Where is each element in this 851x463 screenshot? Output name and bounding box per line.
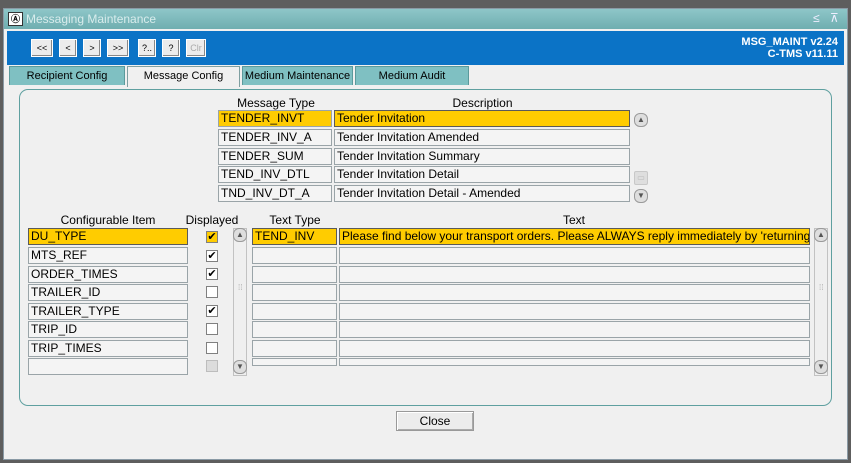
- message-type-cell[interactable]: TENDER_INVT: [218, 110, 332, 127]
- configurable-item-cell[interactable]: TRIP_TIMES: [28, 340, 188, 357]
- message-type-cell[interactable]: TEND_INV_DTL: [218, 166, 332, 183]
- scroll-up-icon[interactable]: ▲: [814, 228, 828, 242]
- text-cell[interactable]: Please find below your transport orders.…: [339, 228, 810, 245]
- displayed-checkbox[interactable]: [206, 323, 218, 335]
- text-type-header: Text Type: [269, 213, 321, 227]
- text-type-cell[interactable]: TEND_INV: [252, 228, 337, 245]
- text-cell[interactable]: [339, 284, 810, 301]
- text-type-cell[interactable]: [252, 284, 337, 301]
- description-cell[interactable]: Tender Invitation Detail - Amended: [334, 185, 630, 202]
- message-config-panel: Message Type Description TENDER_INVT Ten…: [19, 89, 832, 406]
- text-type-cell[interactable]: [252, 303, 337, 320]
- help-button[interactable]: ?: [162, 39, 180, 57]
- message-type-cell[interactable]: TENDER_SUM: [218, 148, 332, 165]
- scroll-up-icon[interactable]: ▲: [634, 113, 648, 127]
- tab-medium-audit[interactable]: Medium Audit: [355, 66, 469, 85]
- scroll-down-icon[interactable]: ▼: [814, 360, 828, 374]
- configurable-item-cell[interactable]: DU_TYPE: [28, 228, 188, 245]
- displayed-checkbox[interactable]: [206, 360, 218, 372]
- message-type-cell[interactable]: TENDER_INV_A: [218, 129, 332, 146]
- scroll-grip-icon: ⁞⁞: [819, 283, 824, 292]
- maximize-icon[interactable]: ⊼: [830, 11, 839, 25]
- tab-recipient-config[interactable]: Recipient Config: [9, 66, 125, 85]
- displayed-header: Displayed: [185, 213, 239, 227]
- text-cell[interactable]: [339, 340, 810, 357]
- displayed-checkbox[interactable]: [206, 286, 218, 298]
- text-type-cell[interactable]: [252, 321, 337, 338]
- scroll-grip-icon: ⁞⁞: [238, 283, 243, 292]
- list-values-button[interactable]: ?..: [138, 39, 156, 57]
- system-version: C-TMS v11.11: [767, 48, 838, 60]
- minimize-icon[interactable]: ≤: [813, 11, 820, 25]
- message-type-header: Message Type: [237, 96, 315, 110]
- previous-record-button[interactable]: <: [59, 39, 77, 57]
- scroll-down-icon[interactable]: ▼: [233, 360, 247, 374]
- description-cell[interactable]: Tender Invitation: [334, 110, 630, 127]
- form-icon: Ⓐ: [8, 12, 23, 26]
- description-cell[interactable]: Tender Invitation Summary: [334, 148, 630, 165]
- text-cell[interactable]: [339, 303, 810, 320]
- text-type-cell[interactable]: [252, 358, 337, 366]
- text-cell[interactable]: [339, 247, 810, 264]
- text-header: Text: [562, 213, 585, 227]
- clear-button[interactable]: Clr: [186, 39, 206, 57]
- text-type-cell[interactable]: [252, 340, 337, 357]
- toolbar: << < > >> ?.. ? Clr MSG_MAINT v2.24 C-TM…: [7, 31, 844, 65]
- close-button[interactable]: Close: [396, 411, 474, 431]
- window-titlebar[interactable]: Ⓐ Messaging Maintenance ≤ ⊼: [4, 9, 847, 29]
- tab-medium-maintenance[interactable]: Medium Maintenance: [242, 66, 353, 85]
- displayed-checkbox[interactable]: [206, 342, 218, 354]
- text-cell[interactable]: [339, 358, 810, 366]
- text-cell[interactable]: [339, 321, 810, 338]
- window-title: Messaging Maintenance: [26, 12, 157, 26]
- text-type-cell[interactable]: [252, 266, 337, 283]
- configurable-item-cell[interactable]: TRIP_ID: [28, 321, 188, 338]
- description-cell[interactable]: Tender Invitation Amended: [334, 129, 630, 146]
- displayed-checkbox[interactable]: ✔: [206, 250, 218, 262]
- configurable-item-cell[interactable]: [28, 358, 188, 375]
- scroll-page-icon[interactable]: ▭: [634, 171, 648, 185]
- displayed-checkbox[interactable]: ✔: [206, 268, 218, 280]
- configurable-item-cell[interactable]: TRAILER_TYPE: [28, 303, 188, 320]
- description-cell[interactable]: Tender Invitation Detail: [334, 166, 630, 183]
- displayed-checkbox[interactable]: ✔: [206, 305, 218, 317]
- displayed-checkbox[interactable]: ✔: [206, 231, 218, 243]
- configurable-item-cell[interactable]: MTS_REF: [28, 247, 188, 264]
- scroll-down-icon[interactable]: ▼: [634, 189, 648, 203]
- message-type-cell[interactable]: TND_INV_DT_A: [218, 185, 332, 202]
- text-cell[interactable]: [339, 266, 810, 283]
- first-record-button[interactable]: <<: [31, 39, 53, 57]
- last-record-button[interactable]: >>: [107, 39, 129, 57]
- tab-message-config[interactable]: Message Config: [127, 66, 240, 87]
- configurable-item-header: Configurable Item: [60, 213, 156, 227]
- next-record-button[interactable]: >: [83, 39, 101, 57]
- module-version: MSG_MAINT v2.24: [741, 36, 838, 48]
- text-type-cell[interactable]: [252, 247, 337, 264]
- version-info: MSG_MAINT v2.24 C-TMS v11.11: [741, 36, 838, 60]
- scroll-up-icon[interactable]: ▲: [233, 228, 247, 242]
- configurable-item-cell[interactable]: ORDER_TIMES: [28, 266, 188, 283]
- configurable-item-cell[interactable]: TRAILER_ID: [28, 284, 188, 301]
- description-header: Description: [452, 96, 513, 110]
- messaging-maintenance-window: Ⓐ Messaging Maintenance ≤ ⊼ << < > >> ?.…: [3, 8, 848, 460]
